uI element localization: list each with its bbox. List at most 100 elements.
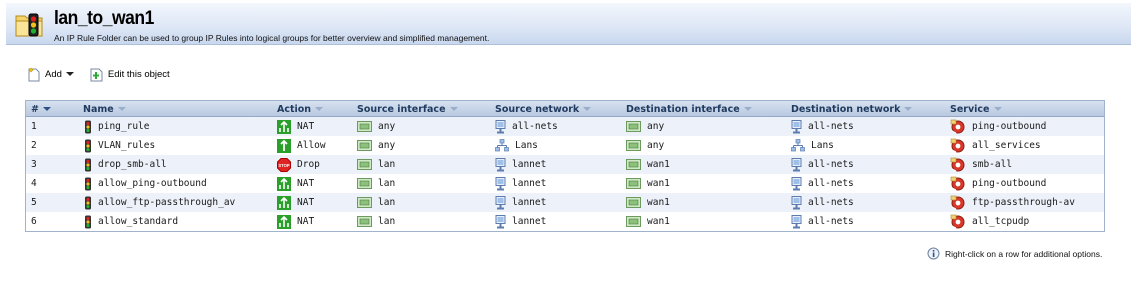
context-hint-text: Right-click on a row for additional opti… xyxy=(945,248,1103,259)
network-icon xyxy=(495,157,506,171)
sort-icon xyxy=(743,107,752,111)
column-header-destination-interface[interactable]: Destination interface xyxy=(626,101,752,117)
column-header-name[interactable]: Name xyxy=(83,101,126,117)
table-body: 1 ping_rule NAT any all-nets any all-nets ping-… xyxy=(26,117,1104,231)
rule-number: 5 xyxy=(31,197,37,208)
destination-network: all-nets xyxy=(791,212,854,231)
sort-icon xyxy=(583,107,592,111)
network-icon xyxy=(495,119,506,133)
service: all_services xyxy=(950,136,1041,155)
destination-interface: wan1 xyxy=(626,155,670,174)
edit-object-label: Edit this object xyxy=(107,68,170,80)
service-icon xyxy=(950,176,965,191)
rule-action: NAT xyxy=(277,174,314,193)
network-group-icon xyxy=(791,139,805,152)
table-header: # Name Action Source interface Source ne… xyxy=(26,101,1104,117)
source-interface: any xyxy=(357,136,395,155)
service-icon xyxy=(950,157,965,172)
sort-icon xyxy=(993,107,1002,111)
interface-icon xyxy=(357,140,372,151)
interface-icon xyxy=(357,216,372,227)
new-item-icon xyxy=(28,67,40,81)
table-row[interactable]: 4 allow_ping-outbound NAT lan lannet wan1 all-… xyxy=(26,174,1104,193)
rule-action: Allow xyxy=(277,136,326,155)
traffic-light-icon xyxy=(85,177,91,190)
column-header-number[interactable]: # xyxy=(31,101,51,117)
add-button[interactable]: Add xyxy=(27,67,74,82)
edit-object-button[interactable]: Edit this object xyxy=(90,67,170,82)
interface-icon xyxy=(357,159,372,170)
service: ping-outbound xyxy=(950,174,1046,193)
service: ping-outbound xyxy=(950,117,1046,136)
service-icon xyxy=(950,119,965,134)
service: all_tcpudp xyxy=(950,212,1029,231)
table-row[interactable]: 1 ping_rule NAT any all-nets any all-nets ping-… xyxy=(26,117,1104,136)
nat-icon xyxy=(277,214,291,229)
rule-number: 1 xyxy=(31,121,37,132)
source-network: lannet xyxy=(495,193,546,212)
column-header-service[interactable]: Service xyxy=(950,101,1002,117)
ip-rules-table: # Name Action Source interface Source ne… xyxy=(25,100,1105,232)
network-icon xyxy=(791,214,802,228)
rule-number: 4 xyxy=(31,178,37,189)
table-row[interactable]: 2 VLAN_rules Allow any Lans any Lans all_servic… xyxy=(26,136,1104,155)
header-banner: lan_to_wan1 An IP Rule Folder can be use… xyxy=(6,3,1131,45)
destination-interface: any xyxy=(626,117,664,136)
sort-icon xyxy=(449,107,458,111)
rule-name: allow_ping-outbound xyxy=(84,174,207,193)
column-header-action[interactable]: Action xyxy=(277,101,324,117)
source-interface: lan xyxy=(357,193,395,212)
network-icon xyxy=(495,214,506,228)
destination-network: all-nets xyxy=(791,174,854,193)
rule-action: NAT xyxy=(277,193,314,212)
rule-name: ping_rule xyxy=(84,117,149,136)
traffic-light-icon xyxy=(85,158,91,171)
interface-icon xyxy=(357,121,372,132)
source-interface: any xyxy=(357,117,395,136)
rule-action: NAT xyxy=(277,117,314,136)
column-header-destination-network[interactable]: Destination network xyxy=(791,101,913,117)
svg-text:STOP: STOP xyxy=(278,162,290,167)
traffic-light-icon xyxy=(85,215,91,228)
edit-icon xyxy=(90,68,103,81)
destination-interface: wan1 xyxy=(626,212,670,231)
interface-icon xyxy=(357,178,372,189)
traffic-light-icon xyxy=(85,196,91,209)
sort-icon xyxy=(117,107,126,111)
rule-number: 3 xyxy=(31,159,37,170)
nat-icon xyxy=(277,119,291,134)
service-icon xyxy=(950,214,965,229)
interface-icon xyxy=(626,216,641,227)
rule-number: 6 xyxy=(31,216,37,227)
rule-name: drop_smb-all xyxy=(84,155,167,174)
interface-icon xyxy=(626,159,641,170)
destination-interface: any xyxy=(626,136,664,155)
destination-interface: wan1 xyxy=(626,174,670,193)
table-row[interactable]: 5 allow_ftp-passthrough_av NAT lan lannet wan… xyxy=(26,193,1104,212)
table-row[interactable]: 3 drop_smb-all STOP Drop lan lannet wan1 all-ne… xyxy=(26,155,1104,174)
network-group-icon xyxy=(495,139,509,152)
network-icon xyxy=(791,119,802,133)
column-header-source-network[interactable]: Source network xyxy=(495,101,592,117)
service: smb-all xyxy=(950,155,1012,174)
destination-network: all-nets xyxy=(791,117,854,136)
column-header-source-interface[interactable]: Source interface xyxy=(357,101,458,117)
interface-icon xyxy=(626,140,641,151)
network-icon xyxy=(495,176,506,190)
interface-icon xyxy=(357,197,372,208)
page-description: An IP Rule Folder can be used to group I… xyxy=(54,33,490,43)
folder-traffic-light-icon xyxy=(15,13,43,37)
rule-name: allow_standard xyxy=(84,212,178,231)
service-icon xyxy=(950,195,965,210)
rule-action: NAT xyxy=(277,212,314,231)
network-icon xyxy=(791,176,802,190)
network-icon xyxy=(791,157,802,171)
sort-icon xyxy=(904,107,913,111)
source-interface: lan xyxy=(357,212,395,231)
traffic-light-icon xyxy=(85,120,91,133)
destination-network: all-nets xyxy=(791,155,854,174)
table-row[interactable]: 6 allow_standard NAT lan lannet wan1 all-nets a… xyxy=(26,212,1104,231)
interface-icon xyxy=(626,121,641,132)
source-interface: lan xyxy=(357,155,395,174)
source-network: Lans xyxy=(495,136,538,155)
